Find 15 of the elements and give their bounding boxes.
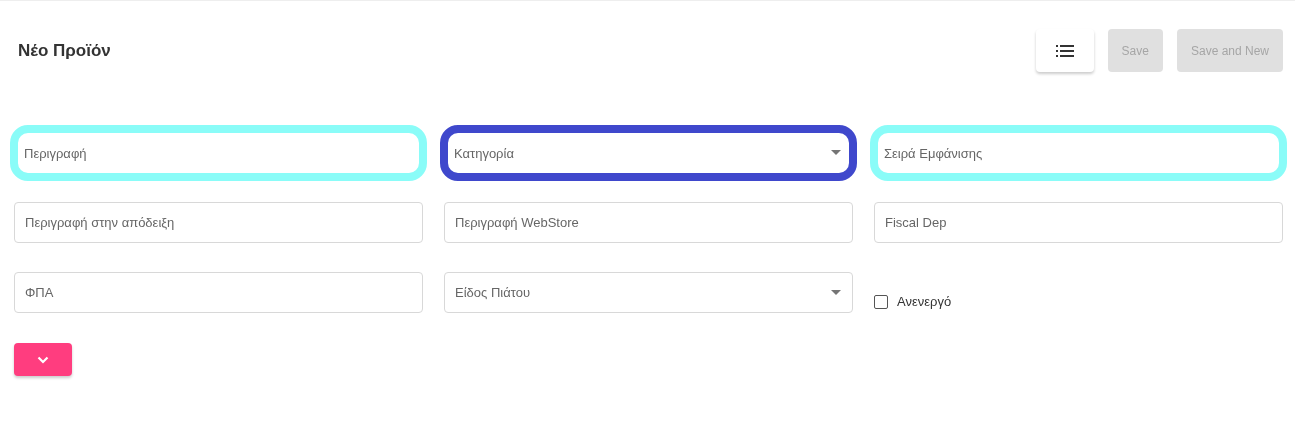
list-icon [1055,44,1074,57]
input-field[interactable]: Περιγραφή WebStore [444,202,853,243]
select-field[interactable]: Κατηγορία [440,125,857,181]
input-field[interactable]: Περιγραφή [10,125,427,181]
input-field[interactable]: Fiscal Dep [874,202,1283,243]
page-title: Νέο Προϊόν [18,40,111,61]
input-field[interactable]: Σειρά Εμφάνισης [870,125,1287,181]
chevron-icon [37,355,49,364]
dropdown-caret-icon [831,150,841,155]
checkbox[interactable] [874,294,888,309]
input-field[interactable]: ΦΠΑ [14,272,423,313]
checkbox-label: Ανενεργό [897,294,952,309]
list-button[interactable] [1035,29,1094,72]
dropdown-caret-icon [831,290,841,295]
input-field[interactable]: Περιγραφή στην απόδειξη [14,202,423,243]
